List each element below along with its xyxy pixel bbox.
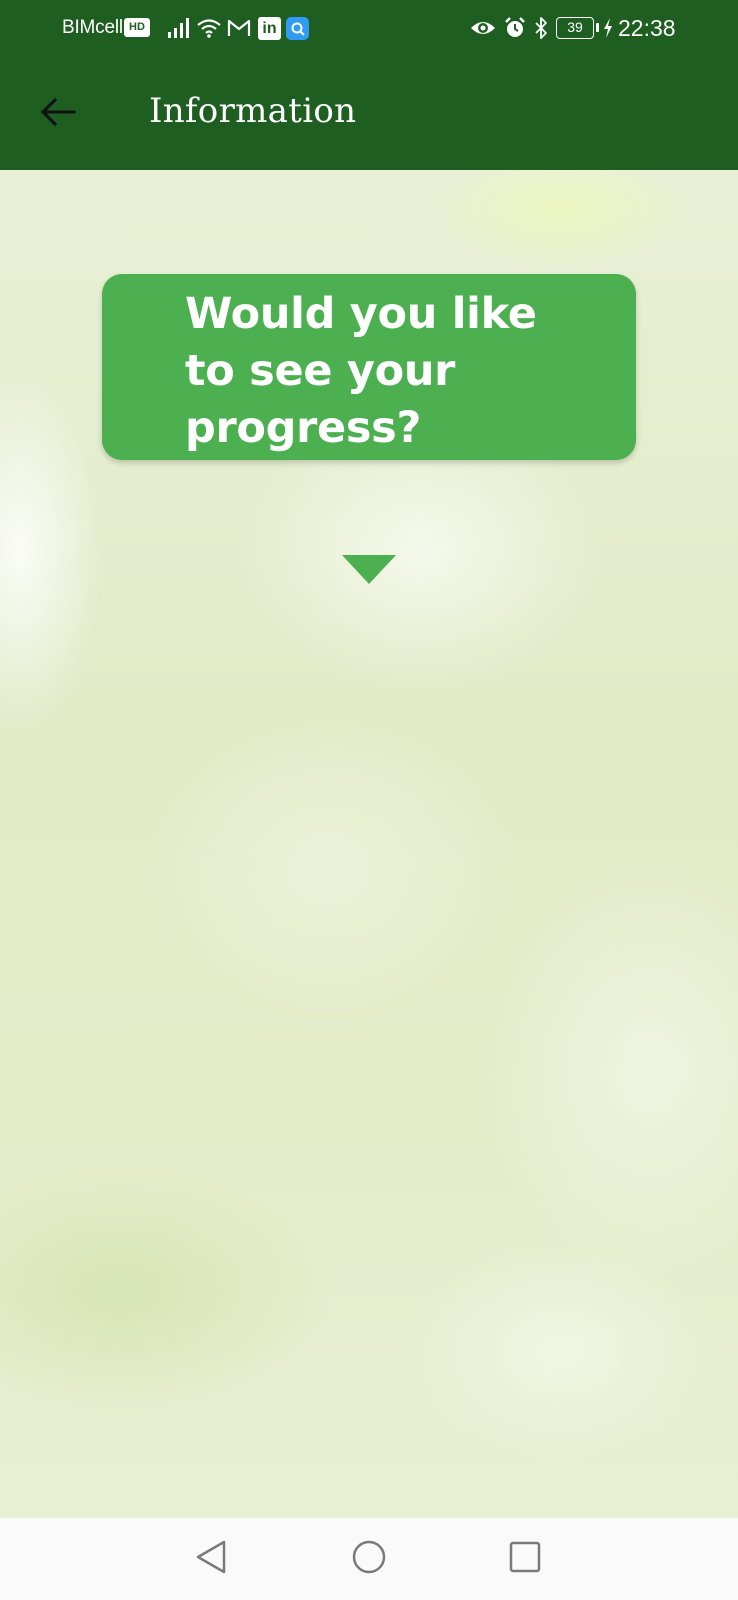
linkedin-icon: in — [258, 17, 281, 40]
app-bar: Information — [0, 58, 738, 170]
clock: 22:38 — [618, 15, 676, 41]
question-text: Would you like to see your progress? — [185, 289, 537, 453]
content-area: Would you like to see your progress? — [0, 170, 738, 1518]
alarm-icon — [503, 16, 527, 40]
eye-icon — [468, 16, 498, 40]
back-button[interactable] — [28, 84, 88, 144]
page-title: Information — [149, 91, 357, 131]
screen: BIMcell HD in 39 22:38 Information Would… — [0, 0, 738, 1600]
battery-tip — [596, 23, 599, 32]
nav-back-button[interactable] — [186, 1534, 236, 1584]
hd-badge: HD — [124, 18, 150, 37]
system-nav-bar — [0, 1518, 738, 1600]
back-triangle-icon — [194, 1539, 228, 1580]
carrier-name: BIMcell — [62, 17, 123, 38]
battery-icon: 39 — [556, 17, 594, 39]
recents-square-icon — [508, 1540, 542, 1579]
wifi-icon — [196, 16, 222, 40]
search-app-icon — [286, 17, 309, 40]
signal-icon — [165, 16, 193, 40]
gmail-icon — [226, 16, 252, 40]
nav-recents-button[interactable] — [500, 1534, 550, 1584]
bluetooth-icon — [532, 16, 550, 40]
home-circle-icon — [351, 1539, 387, 1580]
arrow-left-icon — [38, 96, 78, 133]
triangle-down-icon — [342, 555, 396, 589]
expand-button[interactable] — [342, 555, 396, 585]
charging-icon — [601, 16, 615, 40]
question-card[interactable]: Would you like to see your progress? — [102, 274, 636, 460]
nav-home-button[interactable] — [344, 1534, 394, 1584]
status-bar: BIMcell HD in 39 22:38 — [0, 0, 738, 58]
